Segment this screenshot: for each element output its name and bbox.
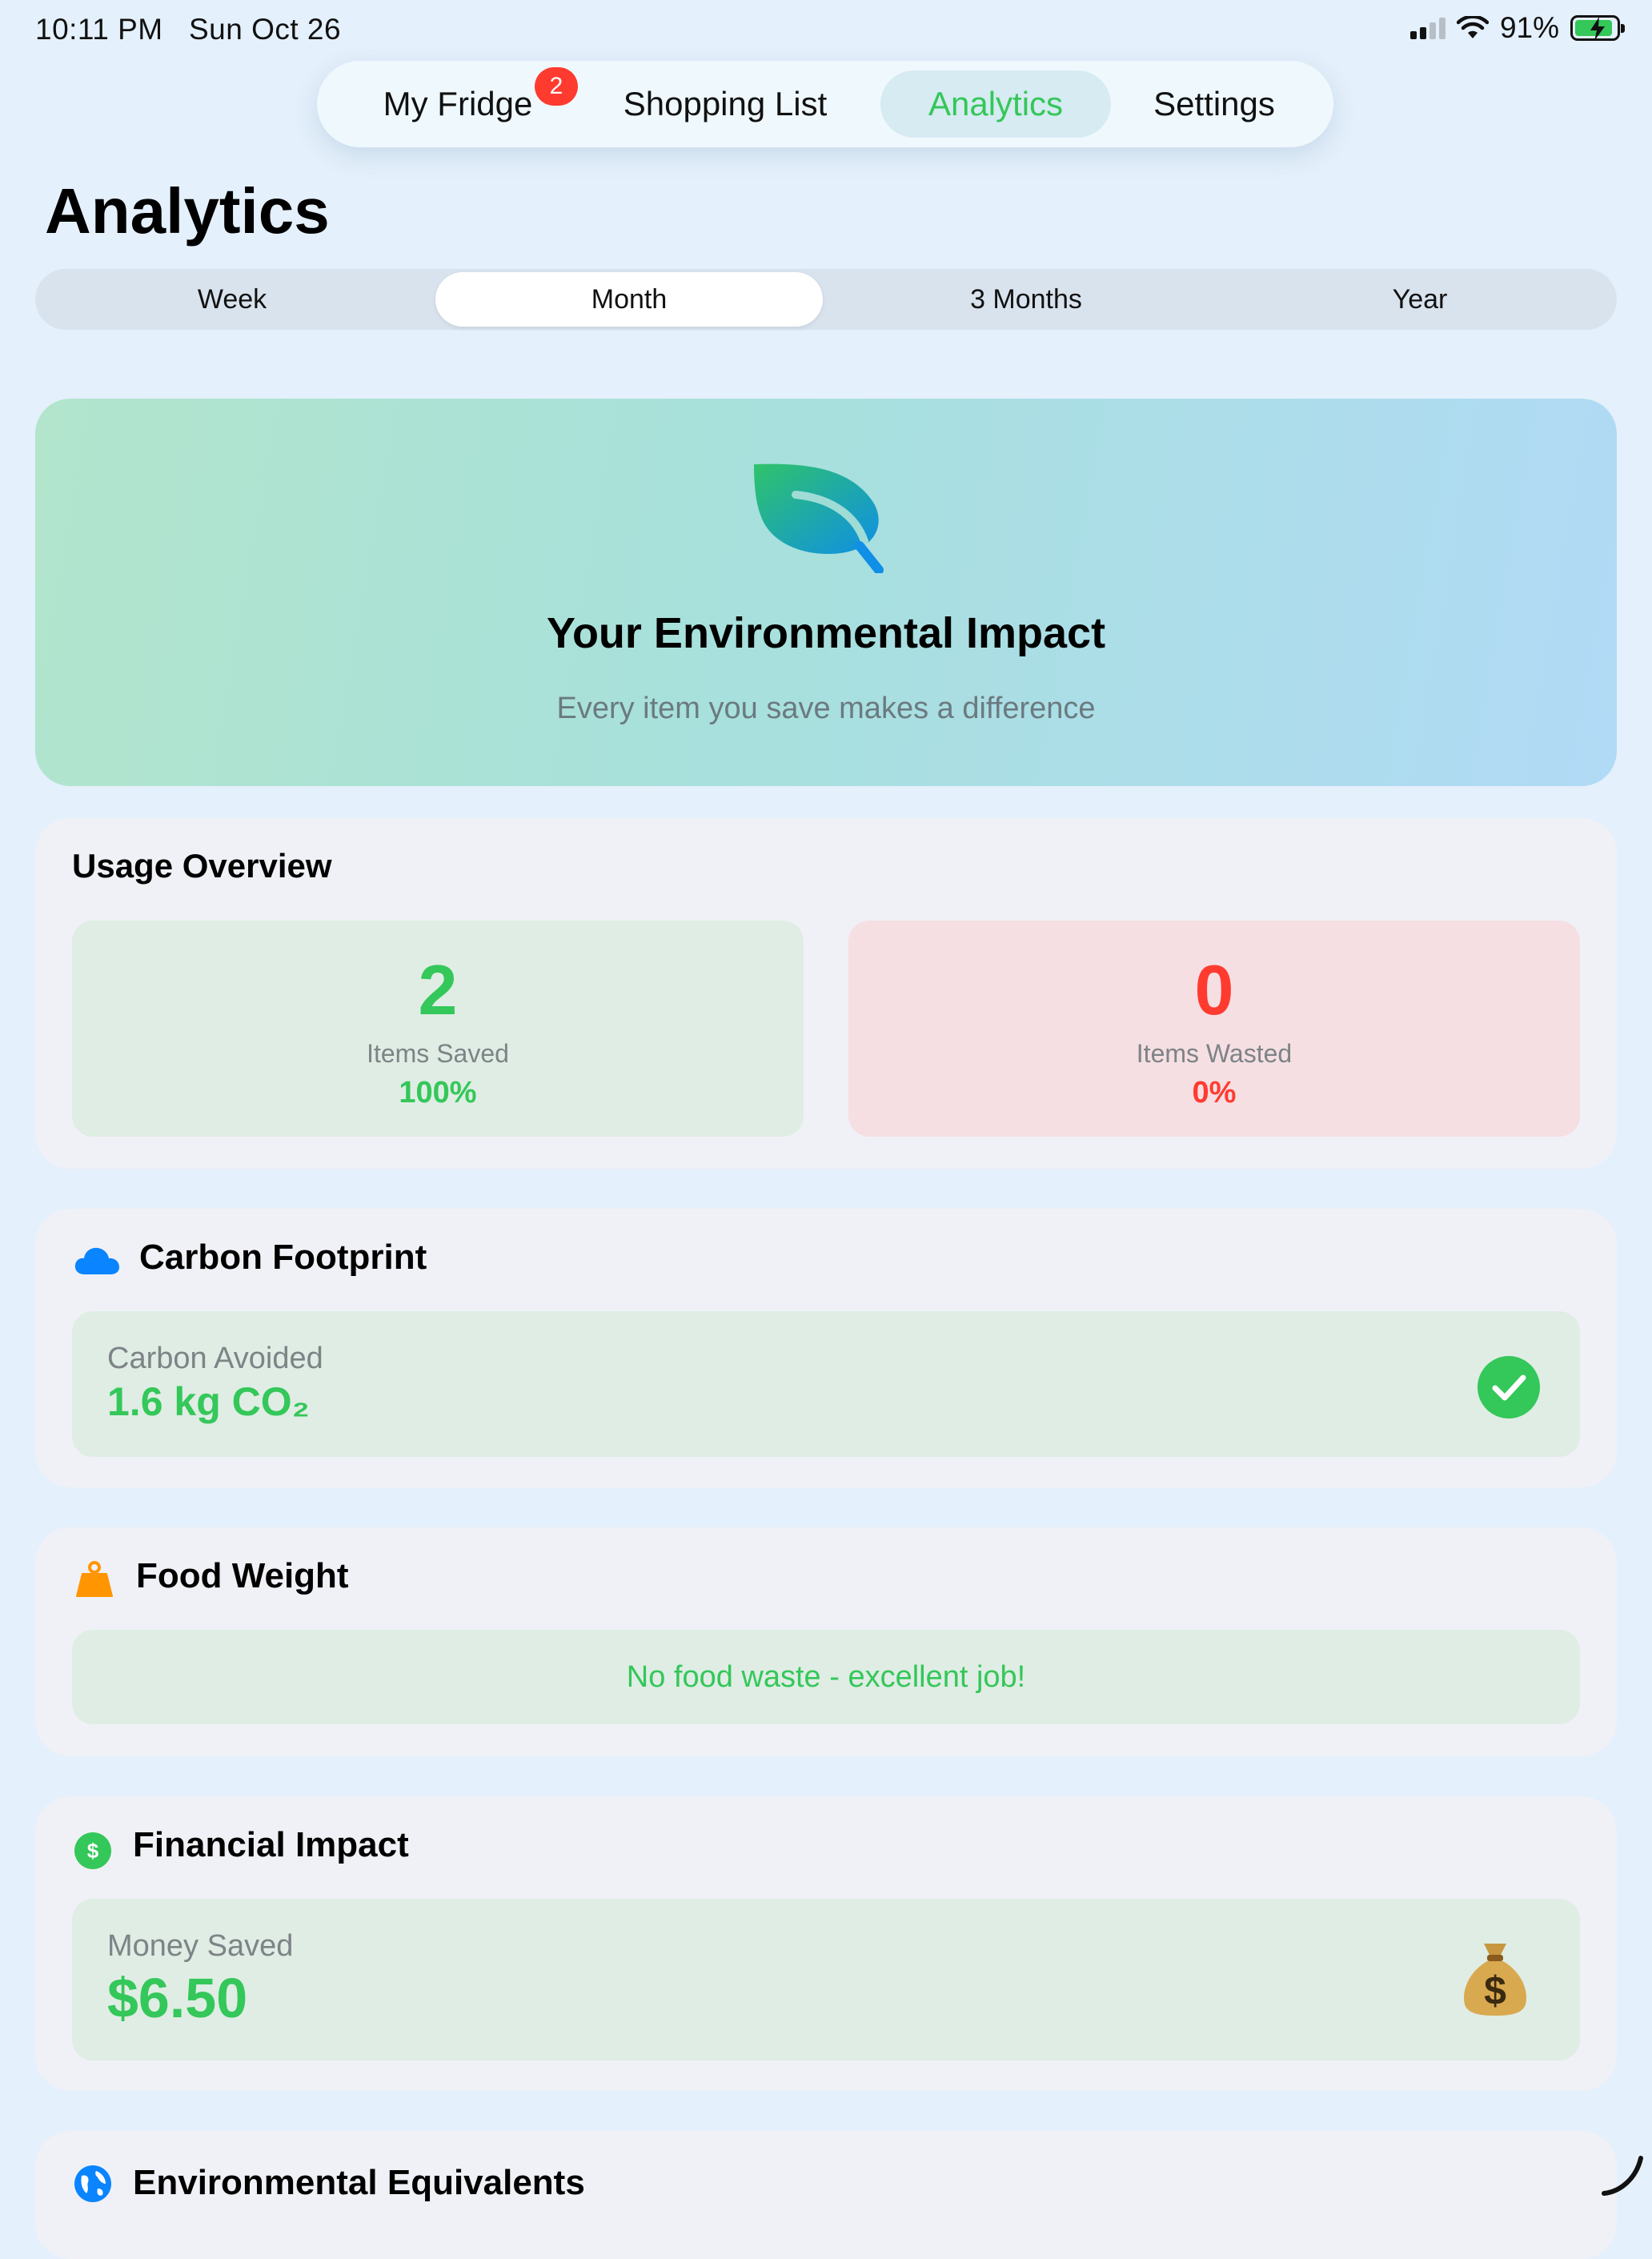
- segment-year[interactable]: Year: [1226, 272, 1614, 327]
- items-saved-tile: 2 Items Saved 100%: [72, 921, 804, 1137]
- financial-impact-title: Financial Impact: [133, 1825, 409, 1864]
- period-segmented-control: Week Month 3 Months Year: [35, 269, 1617, 330]
- tab-analytics[interactable]: Analytics: [880, 70, 1111, 138]
- usage-overview-title: Usage Overview: [72, 847, 332, 885]
- money-saved-row: Money Saved $6.50 $: [72, 1899, 1580, 2060]
- notification-badge: 2: [535, 67, 578, 106]
- status-time: 10:11 PM: [35, 13, 163, 46]
- food-waste-message: No food waste - excellent job!: [626, 1660, 1026, 1694]
- money-saved-label: Money Saved: [107, 1929, 294, 1963]
- svg-text:$: $: [87, 1839, 99, 1863]
- wifi-icon: [1456, 16, 1489, 38]
- globe-icon: [74, 2165, 111, 2202]
- tab-settings[interactable]: Settings: [1129, 70, 1300, 138]
- items-saved-label: Items Saved: [367, 1039, 509, 1068]
- items-wasted-percent: 0%: [1192, 1076, 1237, 1109]
- items-wasted-label: Items Wasted: [1136, 1039, 1293, 1068]
- segment-3-months[interactable]: 3 Months: [832, 272, 1220, 327]
- environmental-equivalents-card: Environmental Equivalents: [35, 2131, 1617, 2259]
- environmental-equivalents-title: Environmental Equivalents: [133, 2163, 585, 2202]
- tab-shopping-list[interactable]: Shopping List: [597, 70, 853, 138]
- status-bar-time: 10:11 PM Sun Oct 26: [35, 13, 341, 46]
- svg-text:$: $: [1484, 1968, 1506, 2013]
- carbon-avoided-value: 1.6 kg CO₂: [107, 1379, 310, 1424]
- carbon-footprint-title: Carbon Footprint: [139, 1238, 427, 1277]
- tab-label: Analytics: [928, 85, 1064, 122]
- money-saved-value: $6.50: [107, 1967, 248, 2029]
- items-saved-percent: 100%: [399, 1076, 477, 1109]
- items-saved-value: 2: [418, 950, 458, 1029]
- carbon-avoided-row: Carbon Avoided 1.6 kg CO₂: [72, 1311, 1580, 1457]
- battery-percent: 91%: [1499, 11, 1559, 44]
- environmental-impact-banner: Your Environmental Impact Every item you…: [35, 399, 1617, 786]
- page-title: Analytics: [45, 175, 330, 247]
- tab-label: Shopping List: [623, 85, 828, 122]
- leaf-icon: [754, 463, 884, 573]
- hero-subtitle: Every item you save makes a difference: [556, 692, 1096, 725]
- top-tab-bar: My Fridge 2 Shopping List Analytics Sett…: [317, 61, 1333, 147]
- tab-label: Settings: [1153, 85, 1275, 122]
- food-waste-message-box: No food waste - excellent job!: [72, 1630, 1580, 1724]
- money-bag-icon: $: [1464, 1944, 1526, 2016]
- food-weight-card: Food Weight No food waste - excellent jo…: [35, 1527, 1617, 1756]
- cellular-signal-icon: [1409, 17, 1446, 39]
- tab-my-fridge[interactable]: My Fridge: [354, 70, 562, 138]
- carbon-footprint-card: Carbon Footprint Carbon Avoided 1.6 kg C…: [35, 1209, 1617, 1487]
- checkmark-icon: [1478, 1356, 1540, 1418]
- food-weight-title: Food Weight: [136, 1556, 349, 1595]
- weight-icon: [76, 1561, 113, 1597]
- corner-gesture-indicator-icon: [1602, 2156, 1643, 2196]
- status-bar-indicators: 91%: [1409, 11, 1625, 45]
- status-date: Sun Oct 26: [188, 13, 342, 46]
- carbon-avoided-label: Carbon Avoided: [107, 1342, 323, 1375]
- dollar-icon: $: [74, 1832, 111, 1869]
- items-wasted-tile: 0 Items Wasted 0%: [848, 921, 1580, 1137]
- tab-label: My Fridge: [383, 85, 533, 122]
- financial-impact-card: $ Financial Impact Money Saved $6.50 $: [35, 1796, 1617, 2091]
- cloud-icon: [74, 1247, 119, 1274]
- battery-icon: [1570, 15, 1625, 41]
- segment-week[interactable]: Week: [38, 272, 426, 327]
- usage-overview-card: Usage Overview 2 Items Saved 100% 0 Item…: [35, 818, 1617, 1169]
- hero-title: Your Environmental Impact: [546, 609, 1106, 657]
- items-wasted-value: 0: [1194, 950, 1234, 1029]
- segment-month[interactable]: Month: [435, 272, 823, 327]
